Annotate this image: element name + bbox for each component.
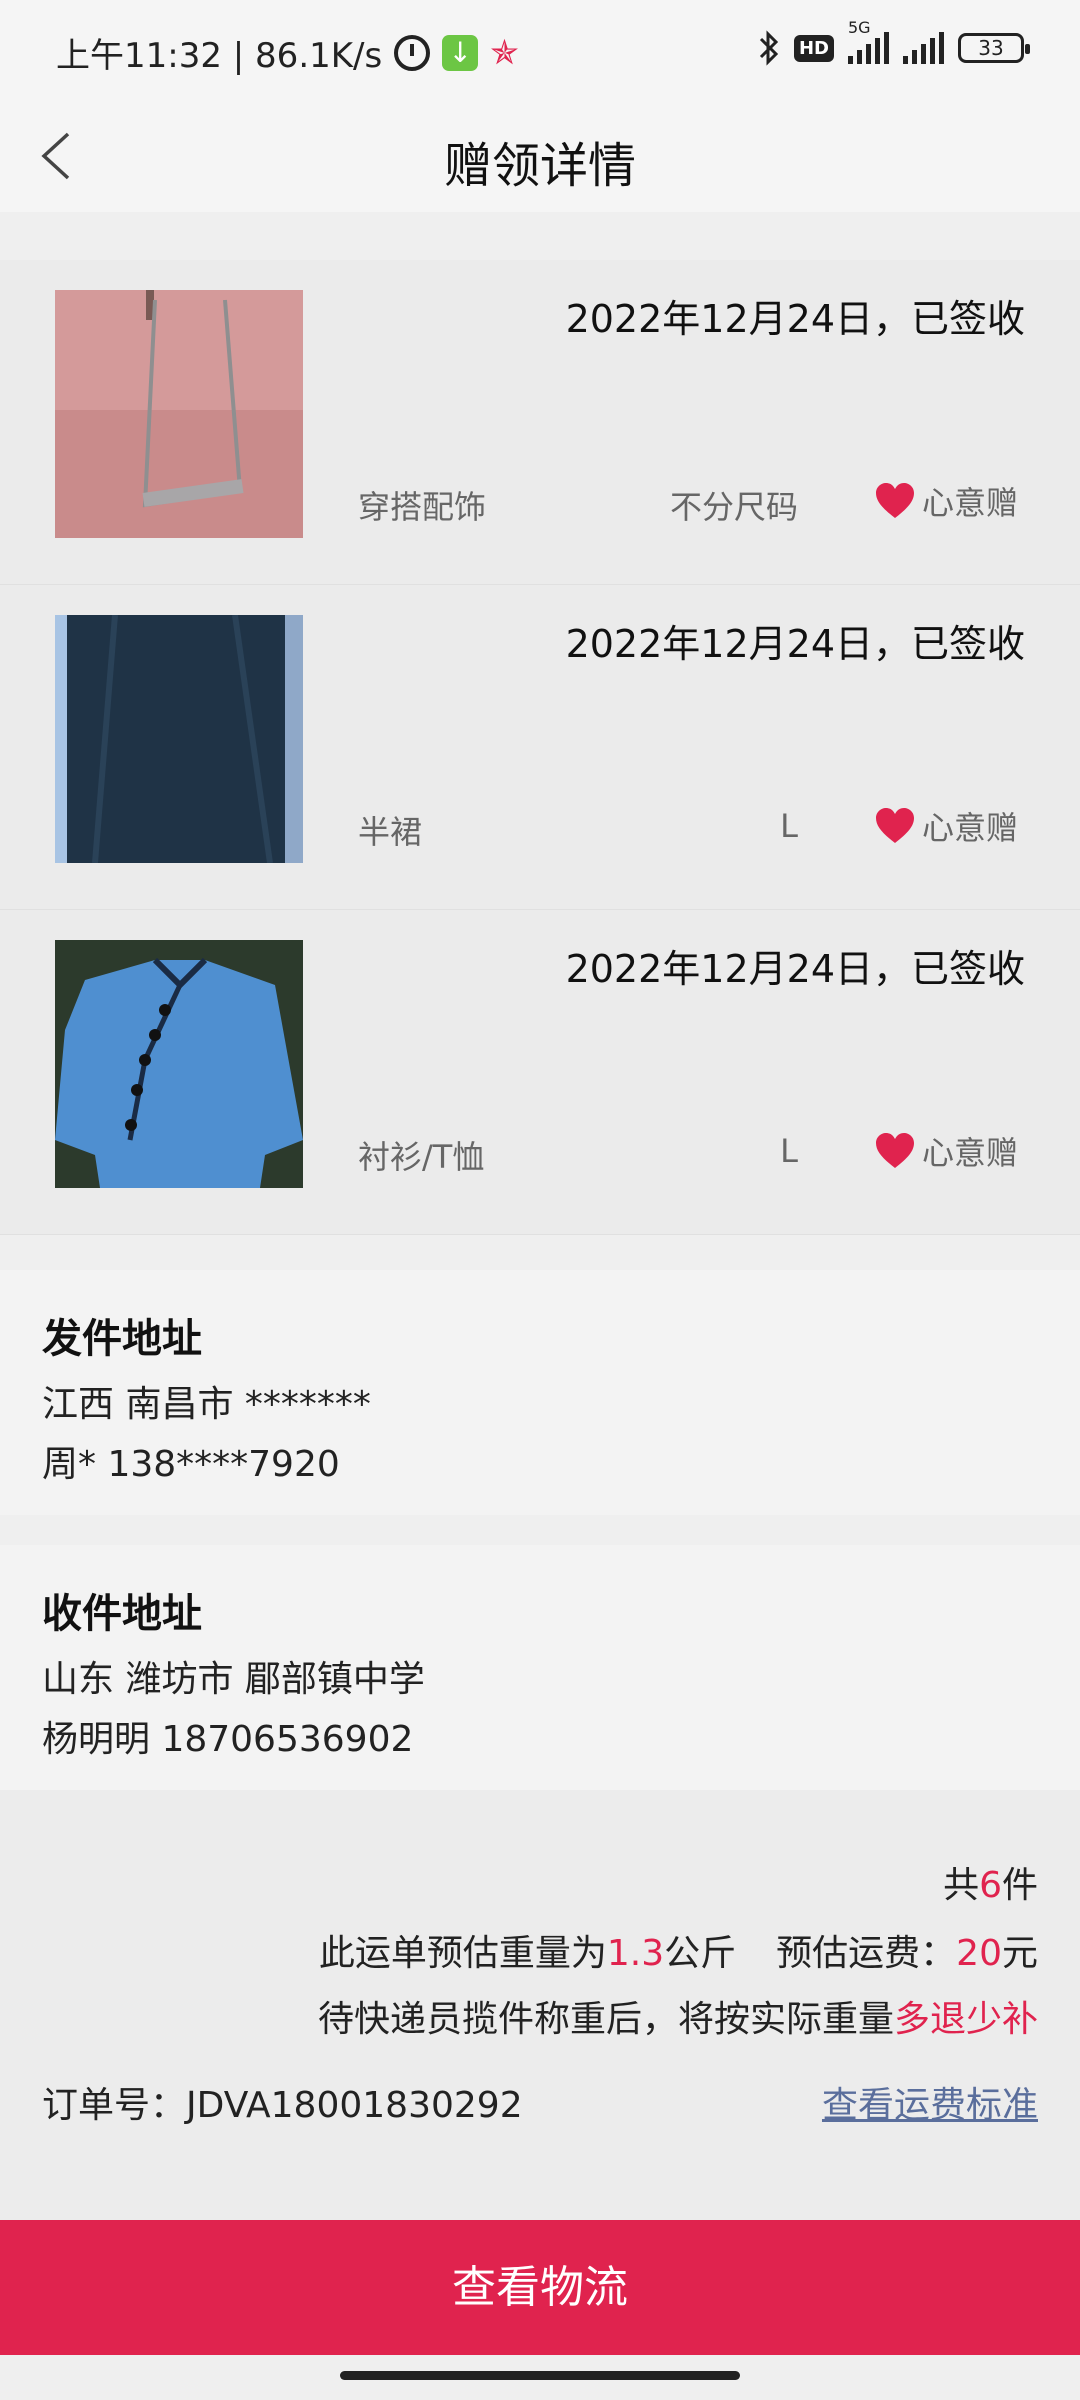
note-prefix: 待快递员揽件称重后，将按实际重量 (317, 1999, 894, 2040)
status-right: HD 5G 33 (758, 18, 1030, 66)
heart-icon (875, 808, 914, 843)
alarm-icon (394, 34, 431, 71)
total-prefix: 共 (943, 1865, 980, 1906)
signal-5g-icon: 5G (848, 18, 889, 64)
goods-item[interactable]: 2022年12月24日，已签收 穿搭配饰 不分尺码 心意赠 (0, 260, 1080, 585)
status-bar: 上午11:32 | 86.1K/s ↓ ✯ HD 5G 33 (0, 0, 1080, 100)
order-number: 订单号：JDVA18001830292 (42, 2085, 523, 2126)
signal-icon (903, 32, 944, 64)
fee-unit: 元 (1001, 1933, 1038, 1974)
goods-category: 衬衫/T恤 (358, 1138, 485, 1176)
heart-icon (875, 483, 914, 518)
total-count-line: 共6件 (943, 1856, 1038, 1908)
goods-date-status: 2022年12月24日，已签收 (565, 947, 1025, 991)
goods-tag-label: 心意赠 (921, 484, 1018, 522)
total-count: 6 (979, 1865, 1002, 1906)
bluetooth-icon (759, 30, 779, 66)
goods-tag-label: 心意赠 (921, 809, 1018, 847)
goods-date-status: 2022年12月24日，已签收 (565, 622, 1025, 666)
sender-address-title: 发件地址 (42, 1316, 202, 1362)
fee-value: 20 (956, 1933, 1002, 1974)
status-left: 上午11:32 | 86.1K/s ↓ ✯ (56, 28, 519, 77)
order-summary: 共6件 此运单预估重量为1.3公斤 预估运费：20元 待快递员揽件称重后，将按实际… (0, 1790, 1080, 2220)
download-notification-icon: ↓ (442, 34, 479, 71)
fee-standard-link[interactable]: 查看运费标准 (822, 2076, 1038, 2128)
skirt-image[interactable] (55, 615, 303, 863)
goods-item[interactable]: 2022年12月24日，已签收 衬衫/T恤 L 心意赠 (0, 910, 1080, 1235)
view-logistics-button[interactable]: 查看物流 (0, 2220, 1080, 2355)
status-time-speed: 上午11:32 | 86.1K/s (56, 36, 383, 76)
weight-value: 1.3 (606, 1933, 665, 1974)
goods-size: 不分尺码 (669, 488, 798, 526)
goods-tag: 心意赠 (874, 478, 1018, 524)
weight-prefix: 此运单预估重量为 (318, 1933, 607, 1974)
goods-size: L (780, 1132, 798, 1170)
heart-icon (875, 1133, 914, 1168)
note-highlight: 多退少补 (893, 1999, 1038, 2040)
weight-note-line: 待快递员揽件称重后，将按实际重量多退少补 (318, 1990, 1038, 2042)
sender-address: 江西 南昌市 ******* (42, 1384, 371, 1425)
sender-contact: 周* 138****7920 (42, 1444, 340, 1485)
goods-category: 半裙 (358, 813, 423, 851)
necklace-image[interactable] (55, 290, 303, 538)
page-title: 赠领详情 (443, 138, 636, 194)
weight-unit: 公斤 (664, 1933, 737, 1974)
goods-date-status: 2022年12月24日，已签收 (565, 297, 1025, 341)
receiver-contact: 杨明明 18706536902 (42, 1719, 414, 1760)
receiver-address-section: 收件地址 山东 潍坊市 郿部镇中学 杨明明 18706536902 (0, 1545, 1080, 1790)
goods-tag: 心意赠 (874, 803, 1018, 849)
goods-size: L (780, 807, 798, 845)
receiver-address-title: 收件地址 (42, 1591, 202, 1637)
goods-tag: 心意赠 (874, 1128, 1018, 1174)
receiver-address: 山东 潍坊市 郿部镇中学 (42, 1659, 425, 1700)
fee-prefix: 预估运费： (776, 1933, 957, 1974)
goods-category: 穿搭配饰 (358, 488, 487, 526)
goods-item[interactable]: 2022年12月24日，已签收 半裙 L 心意赠 (0, 585, 1080, 910)
sender-address-section: 发件地址 江西 南昌市 ******* 周* 138****7920 (0, 1270, 1080, 1515)
star-notification-icon: ✯ (490, 32, 519, 73)
top-bar: 赠领详情 (0, 100, 1080, 212)
total-suffix: 件 (1001, 1865, 1038, 1906)
hd-icon: HD (793, 34, 834, 62)
shirt-image[interactable] (55, 940, 303, 1188)
weight-fee-line: 此运单预估重量为1.3公斤 预估运费：20元 (319, 1924, 1038, 1976)
goods-tag-label: 心意赠 (921, 1134, 1018, 1172)
battery-icon: 33 (958, 33, 1030, 63)
network-type: 5G (848, 18, 871, 37)
goods-list: 2022年12月24日，已签收 穿搭配饰 不分尺码 心意赠 2022年12月24… (0, 260, 1080, 1235)
home-indicator[interactable] (340, 2371, 740, 2380)
